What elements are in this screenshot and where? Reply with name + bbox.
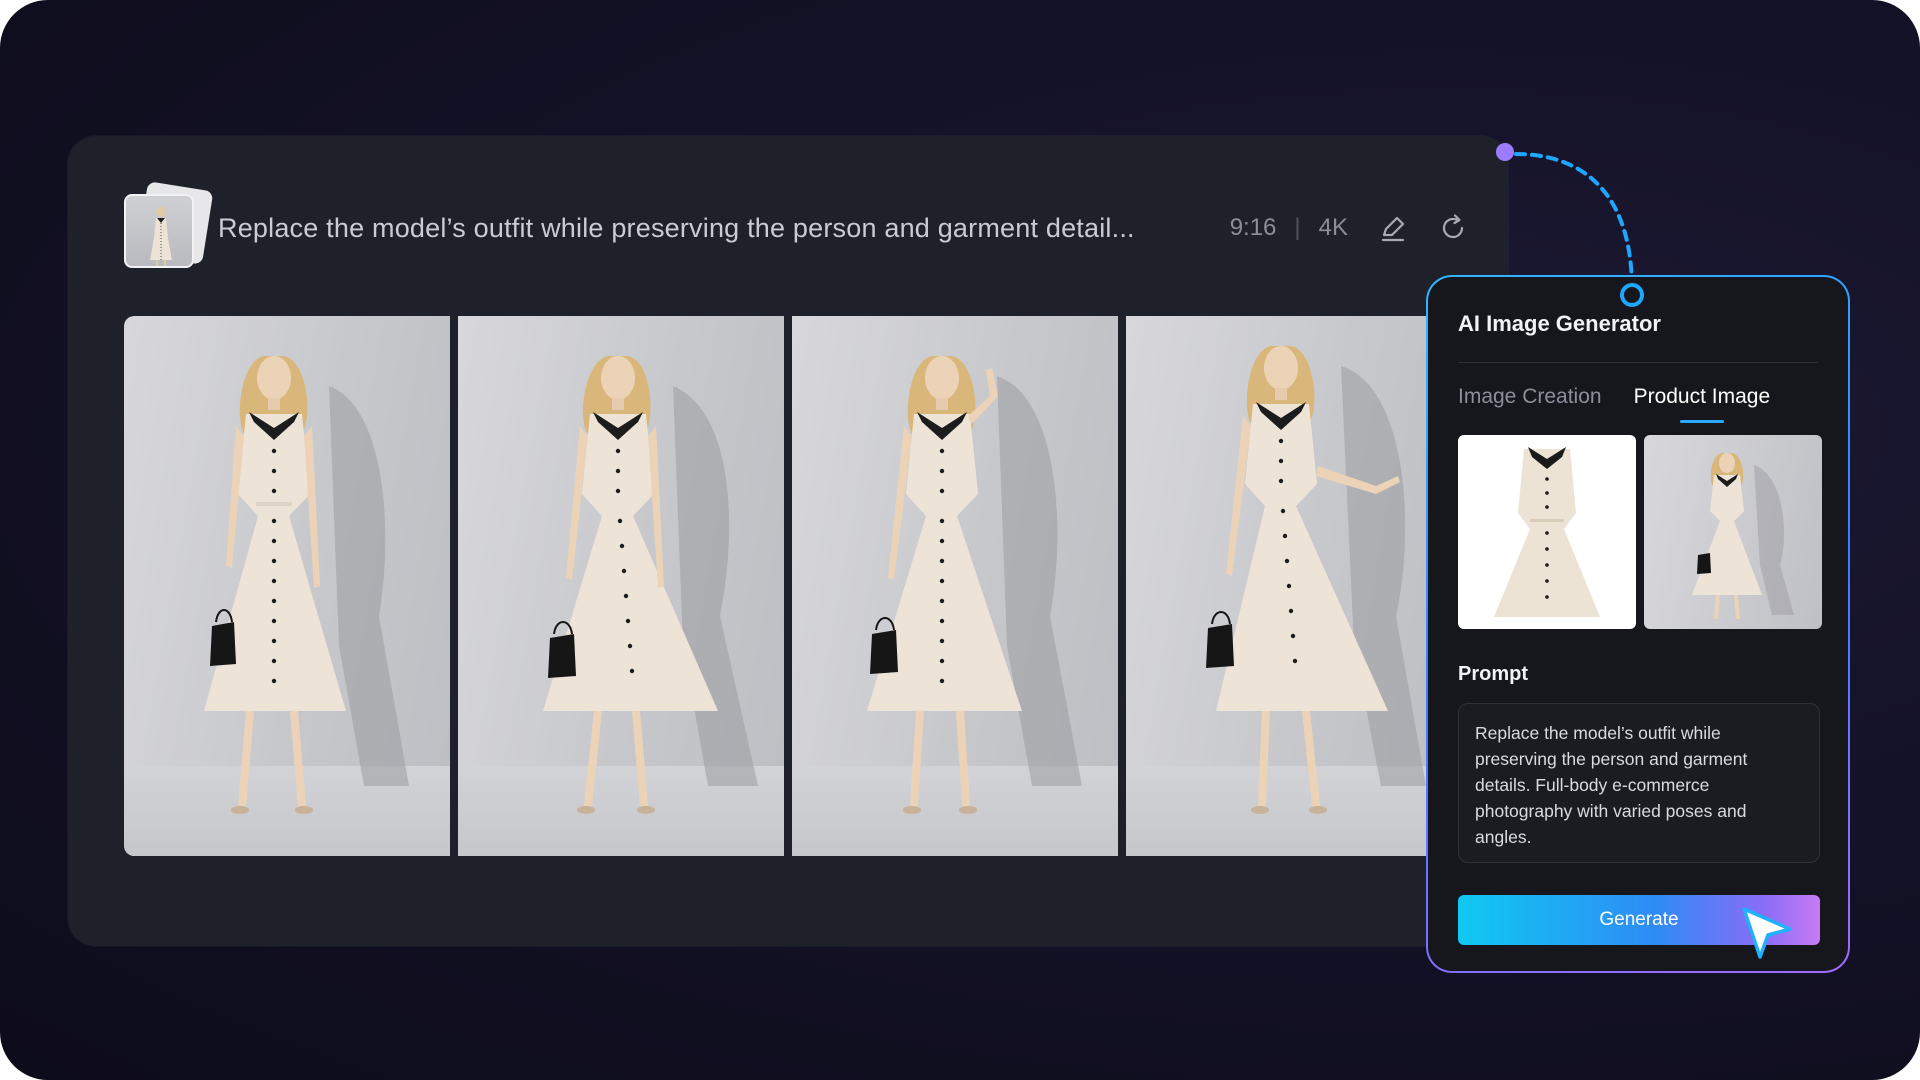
canvas-background: Replace the model’s outfit while preserv…	[0, 0, 1920, 1080]
result-image-3[interactable]	[792, 316, 1118, 856]
resolution-label: 4K	[1318, 214, 1348, 241]
model-source-image[interactable]	[1644, 435, 1822, 629]
generator-title: AI Image Generator	[1458, 311, 1661, 336]
generator-panel: AI Image Generator Image Creation Produc…	[1428, 277, 1848, 971]
result-images-row	[124, 316, 1494, 856]
connector-endpoint	[1620, 283, 1644, 307]
model-figure	[204, 356, 409, 814]
result-image-4[interactable]	[1126, 316, 1452, 856]
tab-product-image[interactable]: Product Image	[1634, 385, 1771, 423]
pencil-icon[interactable]	[1378, 213, 1408, 243]
model-figure	[1206, 346, 1426, 814]
pointer-cursor-icon	[1742, 907, 1792, 959]
reference-image-stack[interactable]	[124, 181, 214, 272]
source-images	[1458, 435, 1822, 629]
prompt-label: Prompt	[1458, 663, 1528, 685]
dress-product-image	[1494, 447, 1600, 617]
model-product-image	[1692, 453, 1794, 620]
model-thumbnail-figure	[150, 207, 172, 266]
prompt-bar: Replace the model’s outfit while preserv…	[124, 181, 1468, 268]
meta-separator: |	[1294, 214, 1301, 241]
generator-tabs: Image Creation Product Image	[1458, 385, 1770, 423]
aspect-ratio-label: 9:16	[1229, 214, 1277, 241]
model-figure	[867, 356, 1082, 814]
result-image-1[interactable]	[124, 316, 450, 856]
header-divider	[1458, 362, 1818, 363]
result-image-2[interactable]	[458, 316, 784, 856]
garment-source-image[interactable]	[1458, 435, 1636, 629]
refresh-icon[interactable]	[1438, 213, 1468, 243]
prompt-summary: Replace the model’s outfit while preserv…	[218, 212, 1135, 243]
reference-image-thumbnail	[124, 194, 194, 268]
tab-image-creation[interactable]: Image Creation	[1458, 385, 1602, 423]
results-panel: Replace the model’s outfit while preserv…	[68, 136, 1508, 946]
prompt-textarea[interactable]: Replace the model’s outfit while preserv…	[1458, 703, 1820, 863]
model-figure	[543, 356, 758, 814]
ai-image-generator-card: AI Image Generator Image Creation Produc…	[1426, 275, 1850, 973]
